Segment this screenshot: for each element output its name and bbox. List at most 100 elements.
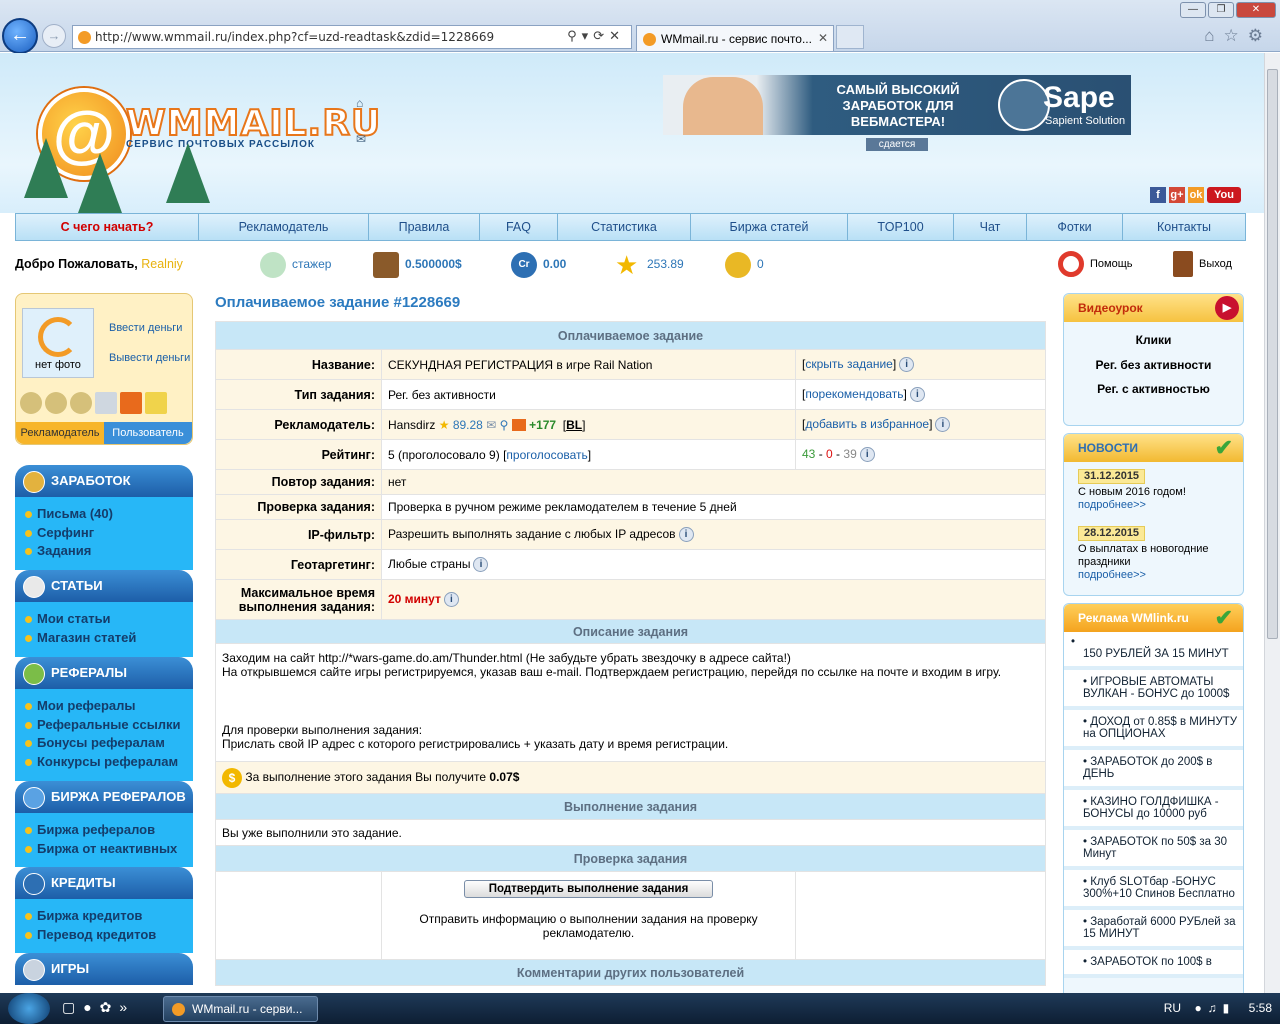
boxes-icon[interactable] [511,419,526,432]
ad-link[interactable]: • ДОХОД от 0.85$ в МИНУТУ на ОПЦИОНАХ [1064,710,1243,750]
menu-item-ref-exchange[interactable]: Биржа рефералов [25,821,193,840]
close-window-button[interactable]: ✕ [1236,2,1276,18]
info-icon[interactable]: i [678,527,694,543]
balance-item[interactable]: 0.500000$ [373,249,462,279]
nav-advertiser[interactable]: Рекламодатель [199,214,369,240]
nav-article-exchange[interactable]: Биржа статей [691,214,848,240]
nav-chat[interactable]: Чат [954,214,1027,240]
home-icon[interactable]: ⌂ [356,85,366,121]
pencil-icon[interactable] [95,392,117,414]
scrollbar-thumb[interactable] [1267,69,1278,639]
blacklist-link[interactable]: BL [566,418,582,432]
video-link-clicks[interactable]: Клики [1136,333,1172,347]
info-icon[interactable]: i [443,592,459,608]
vertical-scrollbar[interactable] [1264,53,1280,993]
menu-earnings-header[interactable]: ЗАРАБОТОК [15,465,193,497]
coins-item[interactable]: 0 [725,249,764,279]
medal-icon[interactable] [70,392,92,414]
menu-games-header[interactable]: ИГРЫ [15,953,193,985]
browser-toolbar-icons[interactable]: ⌂☆⚙ [1204,26,1272,46]
credits-item[interactable]: Cr 0.00 [511,249,566,279]
tab-close-icon[interactable]: ✕ [818,31,828,45]
magnifier-icon[interactable]: ⚲ [500,418,509,432]
help-item[interactable]: Помощь [1058,249,1133,279]
clock[interactable]: 5:58 [1249,1001,1272,1015]
rank-item[interactable]: стажер [260,249,331,279]
news-more-link[interactable]: подробнее>> [1078,569,1146,581]
info-icon[interactable]: i [899,357,915,373]
chart-icon[interactable] [145,392,167,414]
add-favorite-link[interactable]: добавить в избранное [805,417,929,431]
menu-item-credit-transfer[interactable]: Перевод кредитов [25,926,193,945]
info-icon[interactable]: i [935,417,951,433]
new-tab-button[interactable] [836,25,864,49]
nav-contacts[interactable]: Контакты [1123,214,1245,240]
banner-for-rent-label[interactable]: сдается [866,138,928,151]
logout-item[interactable]: Выход [1173,249,1232,279]
header-quick-icons[interactable]: ⌂ ✉ [356,85,366,157]
menu-item-credit-exchange[interactable]: Биржа кредитов [25,907,193,926]
google-plus-icon[interactable]: g+ [1169,187,1185,203]
maximize-button[interactable]: ❐ [1208,2,1234,18]
news-more-link[interactable]: подробнее>> [1078,499,1146,511]
ad-banner[interactable]: САМЫЙ ВЫСОКИЙ ЗАРАБОТОК ДЛЯ ВЕБМАСТЕРА! … [663,75,1131,135]
hide-task-link[interactable]: скрыть задание [805,357,893,371]
odnoklassniki-icon[interactable]: ok [1188,187,1204,203]
language-indicator[interactable]: RU [1164,1001,1181,1015]
browser-tab[interactable]: WMmail.ru - сервис почто... ✕ [636,25,834,51]
username[interactable]: Realniy [141,257,183,271]
advertiser-name[interactable]: Hansdirz [388,418,435,432]
nav-photos[interactable]: Фотки [1027,214,1123,240]
menu-ref-exchange-header[interactable]: БИРЖА РЕФЕРАЛОВ [15,781,193,813]
medal-icon[interactable] [45,392,67,414]
mail-icon[interactable]: ✉ [356,121,366,157]
site-logo[interactable]: @ WMMAIL.RU СЕРВИС ПОЧТОВЫХ РАССЫЛОК [24,83,381,213]
envelope-icon[interactable]: ✉ [486,418,496,432]
facebook-icon[interactable]: f [1150,187,1166,203]
menu-item-tasks[interactable]: Задания [25,542,193,561]
menu-credits-header[interactable]: КРЕДИТЫ [15,867,193,899]
deposit-link[interactable]: Ввести деньги [109,322,191,334]
vote-link[interactable]: проголосовать [506,448,587,462]
info-icon[interactable]: i [909,387,925,403]
back-button[interactable]: ← [2,18,38,54]
menu-item-referral-links[interactable]: Реферальные ссылки [25,716,193,735]
boxes-icon[interactable] [120,392,142,414]
video-link-reg-no-activity[interactable]: Рег. без активности [1096,358,1212,372]
menu-item-surfing[interactable]: Серфинг [25,524,193,543]
menu-item-my-articles[interactable]: Мои статьи [25,610,193,629]
ad-link[interactable]: • ЗАРАБОТОК по 50$ за 30 Минут [1064,830,1243,870]
start-button[interactable] [8,993,50,1024]
quick-launch-icons[interactable]: ▢●✿» [62,999,135,1016]
nav-rules[interactable]: Правила [369,214,480,240]
video-link-reg-activity[interactable]: Рег. с активностью [1097,382,1210,396]
menu-referrals-header[interactable]: РЕФЕРАЛЫ [15,657,193,689]
ad-link[interactable]: • ИГРОВЫЕ АВТОМАТЫ ВУЛКАН - БОНУС до 100… [1064,670,1243,710]
menu-item-referral-bonuses[interactable]: Бонусы рефералам [25,734,193,753]
nav-top100[interactable]: TOP100 [848,214,954,240]
tab-advertiser[interactable]: Рекламодатель [16,422,104,444]
youtube-icon[interactable]: You [1207,187,1241,203]
recommend-link[interactable]: порекомендовать [805,387,903,401]
ad-link[interactable]: • КАЗИНО ГОЛДФИШКА - БОНУСЫ до 10000 руб [1064,790,1243,830]
tray-icons[interactable]: ●♫▮ [1194,1001,1235,1015]
tab-user[interactable]: Пользователь [104,422,192,444]
info-icon[interactable]: i [859,447,875,463]
user-photo[interactable]: нет фото [22,308,94,378]
ad-link[interactable]: • ЗАРАБОТОК по 100$ в [1064,950,1243,978]
menu-item-my-referrals[interactable]: Мои рефералы [25,697,193,716]
address-bar[interactable]: http://www.wmmail.ru/index.php?cf=uzd-re… [72,25,632,49]
taskbar-browser-task[interactable]: WMmail.ru - серви... [163,996,318,1022]
ad-link[interactable]: • 150 РУБЛЕЙ ЗА 15 МИНУТ [1064,632,1243,670]
ad-link[interactable]: • Клуб SLOTбар -БОНУС 300%+10 Спинов Бес… [1064,870,1243,910]
nav-start[interactable]: С чего начать? [16,214,199,240]
menu-item-article-shop[interactable]: Магазин статей [25,629,193,648]
minimize-button[interactable]: — [1180,2,1206,18]
ad-link[interactable]: • Заработай 6000 РУБлей за 15 МИНУТ [1064,910,1243,950]
confirm-task-button[interactable]: Подтвердить выполнение задания [463,880,714,898]
menu-articles-header[interactable]: СТАТЬИ [15,570,193,602]
rating-item[interactable]: ★ 253.89 [615,249,684,279]
menu-item-referral-contests[interactable]: Конкурсы рефералам [25,753,193,772]
ad-link[interactable]: • ЗАРАБОТОК до 200$ в ДЕНЬ [1064,750,1243,790]
medal-icon[interactable] [20,392,42,414]
